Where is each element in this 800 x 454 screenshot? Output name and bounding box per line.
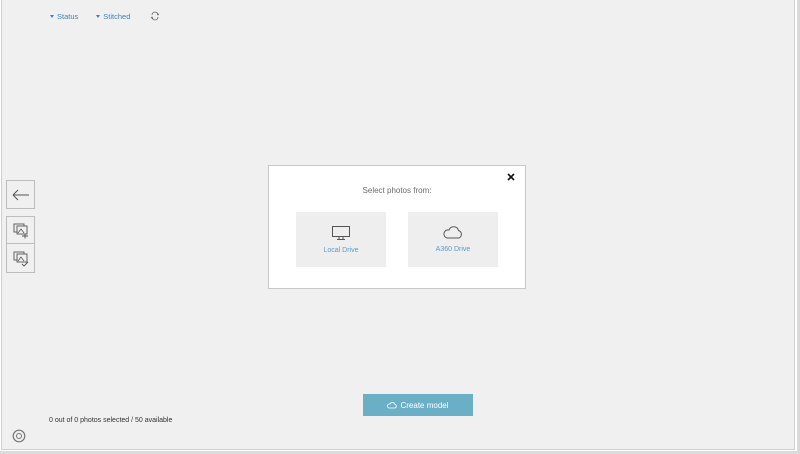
caret-down-icon	[96, 14, 101, 18]
photos-check-icon	[13, 251, 28, 267]
a360-drive-label: A360 Drive	[435, 246, 471, 253]
a360-drive-option[interactable]: A360 Drive	[408, 212, 498, 267]
local-drive-option[interactable]: Local Drive	[296, 212, 386, 267]
cloud-icon	[443, 226, 462, 239]
local-drive-label: Local Drive	[323, 247, 359, 254]
status-filter-dropdown[interactable]: Status	[50, 12, 78, 21]
help-icon[interactable]	[12, 429, 26, 443]
stitched-filter-dropdown[interactable]: Stitched	[96, 12, 130, 21]
photo-selection-status: 0 out of 0 photos selected / 50 availabl…	[49, 417, 173, 424]
select-photos-button[interactable]	[6, 244, 35, 273]
arrow-left-icon	[12, 189, 29, 200]
filter-bar: Status Stitched	[50, 9, 160, 23]
close-icon[interactable]	[506, 172, 516, 182]
dialog-title: Select photos from:	[362, 186, 432, 195]
cloud-icon	[387, 401, 398, 408]
stitched-filter-label: Stitched	[103, 11, 131, 21]
caret-down-icon	[50, 14, 54, 18]
monitor-icon	[332, 226, 350, 240]
add-photos-icon	[13, 223, 28, 239]
add-photos-button[interactable]	[6, 216, 35, 244]
status-filter-label: Status	[57, 11, 79, 21]
create-model-button[interactable]: Create model	[363, 394, 473, 416]
create-model-label: Create model	[400, 400, 449, 410]
select-photos-dialog: Select photos from: Local Drive A360 Dri…	[268, 165, 526, 289]
refresh-icon[interactable]	[150, 11, 160, 21]
back-button[interactable]	[6, 180, 35, 209]
